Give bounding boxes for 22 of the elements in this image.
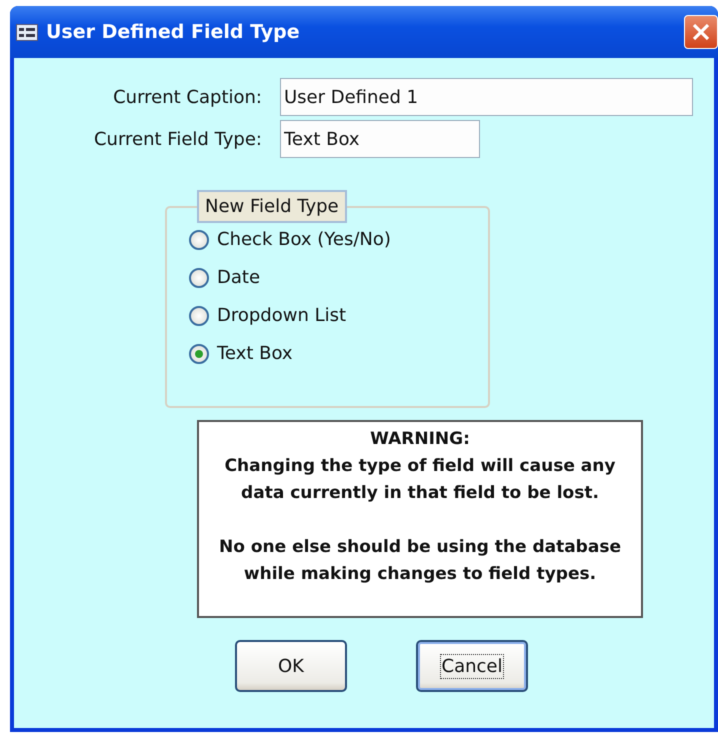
warning-text: Changing the type of field will cause any data currently in that field to be lost. — [224, 455, 616, 505]
form-icon — [16, 24, 38, 40]
close-icon — [691, 22, 711, 42]
radio-button[interactable] — [189, 344, 209, 364]
group-legend: New Field Type — [197, 190, 347, 223]
radio-button[interactable] — [189, 306, 209, 326]
dialog-button[interactable]: OK — [235, 640, 347, 692]
warning-title: WARNING: — [370, 428, 470, 451]
close-button[interactable] — [684, 15, 718, 49]
option-label: Date — [217, 267, 260, 288]
warning-text: No one else should be using the database while making changes to field types. — [219, 536, 621, 586]
radio-button[interactable] — [189, 268, 209, 288]
option-label: Dropdown List — [217, 305, 346, 326]
radio-button[interactable] — [189, 230, 209, 250]
text-field[interactable]: User Defined 1 — [280, 78, 693, 116]
option-label: Text Box — [217, 343, 293, 364]
window-title: User Defined Field Type — [46, 21, 300, 43]
text-field[interactable]: Text Box — [280, 120, 480, 158]
field-label: Current Field Type: — [94, 128, 262, 150]
field-label: Current Caption: — [113, 86, 262, 108]
dialog-button[interactable]: Cancel — [416, 640, 528, 692]
option-label: Check Box (Yes/No) — [217, 229, 391, 250]
